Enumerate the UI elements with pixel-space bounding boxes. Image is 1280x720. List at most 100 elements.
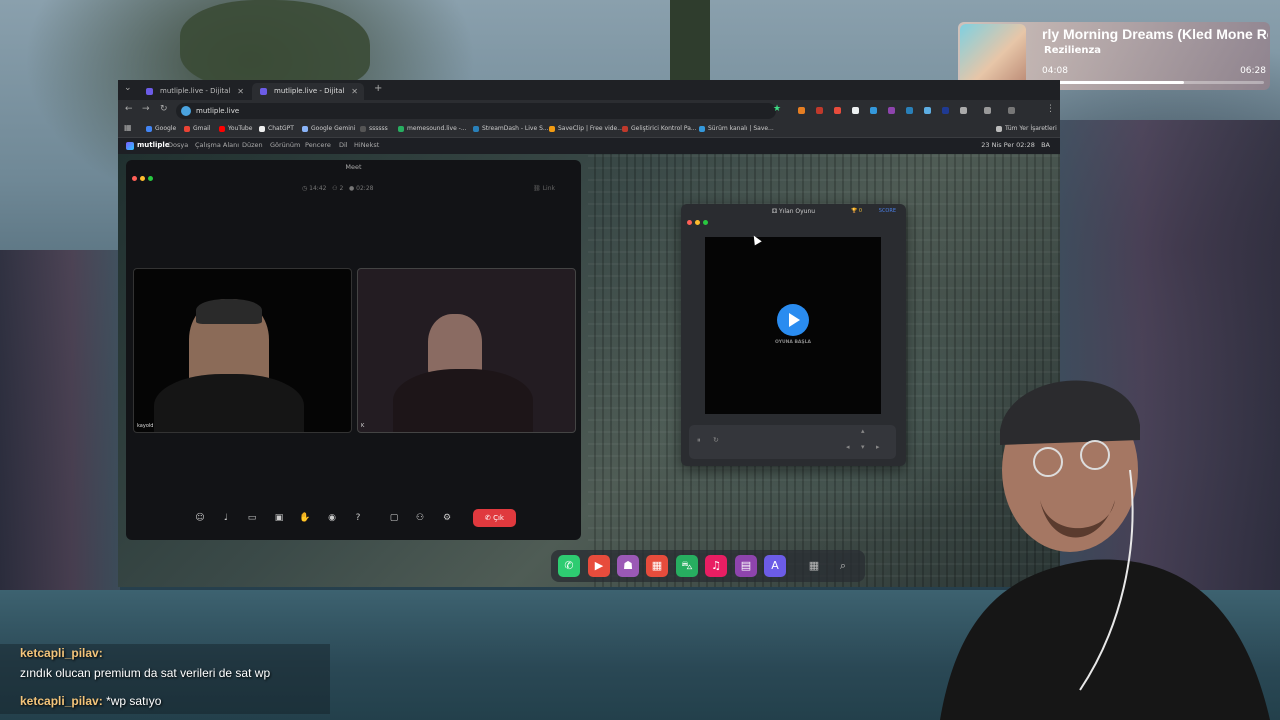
snake-game-window: ⚃ Yılan Oyunu 🏆 0 SCORE OYUNA BAŞLA ⏸ ↻ … [681,204,906,466]
chat-text: *wp satıyo [106,694,162,708]
participants-icon[interactable]: ⚇ [413,511,427,525]
bookmark-item[interactable]: SaveClip | Free vide... [549,125,623,132]
new-tab-button[interactable]: + [374,83,382,94]
phone-icon[interactable]: ✆ [558,555,580,577]
extension-icon[interactable] [870,107,877,114]
kebab-menu-icon[interactable]: ⋮ [1046,104,1055,114]
trophy-count: 0 [858,208,862,214]
game-title-text: Yılan Oyunu [779,208,816,215]
minimize-window-icon[interactable] [695,220,700,225]
extension-icon[interactable] [852,107,859,114]
back-icon[interactable]: ← [125,104,133,114]
restart-icon[interactable]: ↻ [713,436,719,444]
bookmark-item[interactable]: Google [146,125,176,132]
close-tab-icon[interactable]: ✕ [237,83,244,100]
extension-icon[interactable] [834,107,841,114]
meet-link-button[interactable]: ⛓ Link [533,185,555,192]
video-tile-1[interactable]: kayold [133,268,352,433]
presentation-icon[interactable]: ▤ [735,555,757,577]
arrow-up-icon[interactable]: ▴ [861,427,865,435]
reload-icon[interactable]: ↻ [160,104,168,114]
car-icon[interactable]: ⛍ [676,555,698,577]
maximize-window-icon[interactable] [703,220,708,225]
tab-strip: ⌄ mutliple.live - Dijital Çalışma Al ✕ m… [118,80,1060,112]
broadcast-icon[interactable]: ◉ [325,511,339,525]
bookmark-item[interactable]: Google Gemini [302,125,355,132]
arrow-down-icon[interactable]: ▾ [861,443,865,451]
bookmarks-bar: ▦ Google Gmail YouTube ChatGPT Google Ge… [118,122,1060,138]
video-tile-2[interactable]: K [357,268,576,433]
tab-1[interactable]: mutliple.live - Dijital Çalışma Al ✕ [138,83,250,112]
tab-search-icon[interactable]: ⌄ [124,83,132,93]
bookmark-item[interactable]: ChatGPT [259,125,294,132]
translate-icon[interactable]: A [764,555,786,577]
search-icon[interactable]: ⌕ [832,555,854,577]
maximize-window-icon[interactable] [148,176,153,181]
hearing-icon[interactable]: ? [351,511,365,525]
music-note-icon[interactable]: ♫ [705,555,727,577]
calendar-icon[interactable]: ▦ [646,555,668,577]
menu-item[interactable]: Çalışma Alanı [195,141,239,149]
menu-item[interactable]: Dil [339,141,348,149]
puzzle-icon[interactable] [960,107,967,114]
bookmark-item[interactable]: Sürüm kanalı | Save... [699,125,774,132]
video-camera-icon[interactable]: ▶ [588,555,610,577]
settings-gear-icon[interactable]: ⚙ [440,511,454,525]
bookmark-star-icon[interactable]: ★ [773,104,781,114]
bookmark-item[interactable]: YouTube [219,125,252,132]
arrow-right-icon[interactable]: ▸ [876,443,880,451]
menu-item[interactable]: Pencere [305,141,331,149]
bookmark-item[interactable]: Gmail [184,125,211,132]
arrow-left-icon[interactable]: ◂ [846,443,850,451]
close-tab-icon[interactable]: ✕ [351,83,358,100]
leave-call-button[interactable]: ✆ Çık [473,509,516,527]
extension-icon[interactable] [798,107,805,114]
minimize-window-icon[interactable] [140,176,145,181]
tab-2[interactable]: mutliple.live - Dijital Çalışm ✕ [252,83,364,112]
url-field[interactable]: mutliple.live [176,103,776,119]
emoji-icon[interactable]: ☺ [193,511,207,525]
bookmark-item[interactable]: StreamDash - Live S... [473,125,549,132]
forward-icon[interactable]: → [142,104,150,114]
extension-icon[interactable] [816,107,823,114]
menu-item[interactable]: Dosya [168,141,188,149]
menu-item[interactable]: Görünüm [270,141,300,149]
bookmark-item[interactable]: Geliştirici Kontrol Pa... [622,125,697,132]
all-bookmarks-folder[interactable]: Tüm Yer İşaretleri [996,125,1057,132]
close-window-icon[interactable] [687,220,692,225]
app-logo[interactable]: mutliple [126,141,170,150]
participant-body [154,374,304,432]
site-info-icon[interactable] [181,106,191,116]
bookmark-item[interactable]: memesound.live -... [398,125,467,132]
camera-icon[interactable]: ▭ [245,511,259,525]
app-grid-icon[interactable]: ▦ [803,555,825,577]
menu-item[interactable]: Düzen [242,141,263,149]
pause-icon[interactable]: ⏸ [697,436,701,445]
extension-icon[interactable] [888,107,895,114]
microphone-icon[interactable]: ♩ [219,511,233,525]
song-elapsed: 04:08 [1042,66,1068,76]
app-menubar: mutliple Dosya Çalışma Alanı Düzen Görün… [118,138,1060,154]
meet-time: 14:42 [309,185,327,192]
extension-icon[interactable] [942,107,949,114]
meet-duration: 02:28 [356,185,374,192]
raise-hand-icon[interactable]: ✋ [298,511,312,525]
play-button[interactable] [777,304,809,336]
participant-body [393,369,533,432]
apps-grid-icon[interactable]: ▦ [124,123,132,132]
profile-icon[interactable] [1008,107,1015,114]
extension-icon[interactable] [924,107,931,114]
tab-favicon [260,88,267,95]
bookmark-item[interactable]: ssssss [360,125,388,132]
chat-icon[interactable]: ▢ [387,511,401,525]
song-title: rly Morning Dreams (Kled Mone Re [1042,26,1268,42]
user-initials[interactable]: BA [1041,141,1050,149]
extension-icon[interactable] [906,107,913,114]
close-window-icon[interactable] [132,176,137,181]
game-canvas[interactable]: OYUNA BAŞLA [705,237,881,414]
menu-item[interactable]: HiNekst [354,141,379,149]
reading-list-icon[interactable] [984,107,991,114]
url-text: mutliple.live [196,107,240,115]
screen-share-icon[interactable]: ▣ [272,511,286,525]
robot-icon[interactable]: ☗ [617,555,639,577]
